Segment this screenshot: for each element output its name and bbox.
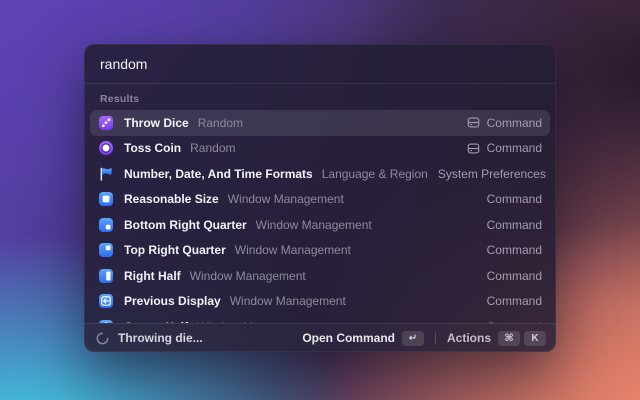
accessory-label: Command xyxy=(487,269,542,283)
item-subtitle: Window Management xyxy=(256,218,372,232)
item-accessory: Command xyxy=(467,116,542,130)
accessory-label: Command xyxy=(487,192,542,206)
k-keycap: K xyxy=(524,331,546,346)
accessory-label: Command xyxy=(487,243,542,257)
footer-divider xyxy=(435,332,436,344)
item-title: Reasonable Size xyxy=(124,192,219,206)
coin-icon xyxy=(98,140,114,156)
dice-icon xyxy=(98,115,114,131)
accessory-label: Command xyxy=(487,218,542,232)
item-subtitle: Window Management xyxy=(230,294,346,308)
item-accessory: Command xyxy=(487,192,542,206)
window-center-icon xyxy=(98,191,114,207)
command-window-icon xyxy=(467,116,480,129)
open-command-button[interactable]: Open Command ↵ xyxy=(302,331,424,346)
item-title: Previous Display xyxy=(124,294,221,308)
item-accessory: Command xyxy=(487,269,542,283)
action-bar: Throwing die... Open Command ↵ Actions ⌘… xyxy=(84,323,556,352)
results-list: Throw Dice Random Command Toss Coin Rand… xyxy=(84,108,556,323)
list-item-previous-display[interactable]: Previous Display Window Management Comma… xyxy=(90,289,550,315)
accessory-label: Command xyxy=(487,294,542,308)
results-label: Results xyxy=(100,93,139,105)
cmd-keycap: ⌘ xyxy=(498,331,520,346)
search-bar xyxy=(84,44,556,84)
item-accessory: Command xyxy=(467,141,542,155)
list-item-number-date-time-formats[interactable]: Number, Date, And Time Formats Language … xyxy=(90,161,550,187)
item-subtitle: Random xyxy=(190,141,235,155)
loading-spinner-icon xyxy=(96,332,109,345)
item-subtitle: Language & Region xyxy=(322,167,428,181)
list-item-top-right-quarter[interactable]: Top Right Quarter Window Management Comm… xyxy=(90,238,550,264)
command-window-icon xyxy=(467,142,480,155)
status-text: Throwing die... xyxy=(118,331,203,345)
window-bottom-right-icon xyxy=(98,217,114,233)
list-item-reasonable-size[interactable]: Reasonable Size Window Management Comman… xyxy=(90,187,550,213)
item-title: Bottom Right Quarter xyxy=(124,218,247,232)
item-subtitle: Window Management xyxy=(190,269,306,283)
item-title: Throw Dice xyxy=(124,116,189,130)
item-subtitle: Random xyxy=(198,116,243,130)
accessory-label: Command xyxy=(487,141,542,155)
list-item-throw-dice[interactable]: Throw Dice Random Command xyxy=(90,110,550,136)
window-top-right-icon xyxy=(98,242,114,258)
item-title: Right Half xyxy=(124,269,181,283)
accessory-label: System Preferences xyxy=(438,167,546,181)
list-item-right-half[interactable]: Right Half Window Management Command xyxy=(90,263,550,289)
launcher-window: Results Throw Dice Random Command Toss C… xyxy=(84,44,556,352)
search-input[interactable] xyxy=(100,56,540,72)
accessory-label: Command xyxy=(487,116,542,130)
item-title: Top Right Quarter xyxy=(124,243,226,257)
flag-icon xyxy=(98,166,114,182)
item-accessory: Command xyxy=(487,218,542,232)
item-title: Toss Coin xyxy=(124,141,181,155)
item-title: Number, Date, And Time Formats xyxy=(124,167,313,181)
actions-button[interactable]: Actions ⌘ K xyxy=(447,331,546,346)
list-item-bottom-right-quarter[interactable]: Bottom Right Quarter Window Management C… xyxy=(90,212,550,238)
item-subtitle: Window Management xyxy=(228,192,344,206)
previous-display-icon xyxy=(98,293,114,309)
item-accessory: Command xyxy=(487,294,542,308)
window-right-half-icon xyxy=(98,268,114,284)
item-accessory: System Preferences xyxy=(438,167,546,181)
results-section-header: Results xyxy=(84,84,556,108)
item-subtitle: Window Management xyxy=(235,243,351,257)
return-keycap: ↵ xyxy=(402,331,424,346)
list-item-toss-coin[interactable]: Toss Coin Random Command xyxy=(90,136,550,162)
item-accessory: Command xyxy=(487,243,542,257)
list-item-center-half[interactable]: Center Half Window Management Command xyxy=(90,314,550,323)
